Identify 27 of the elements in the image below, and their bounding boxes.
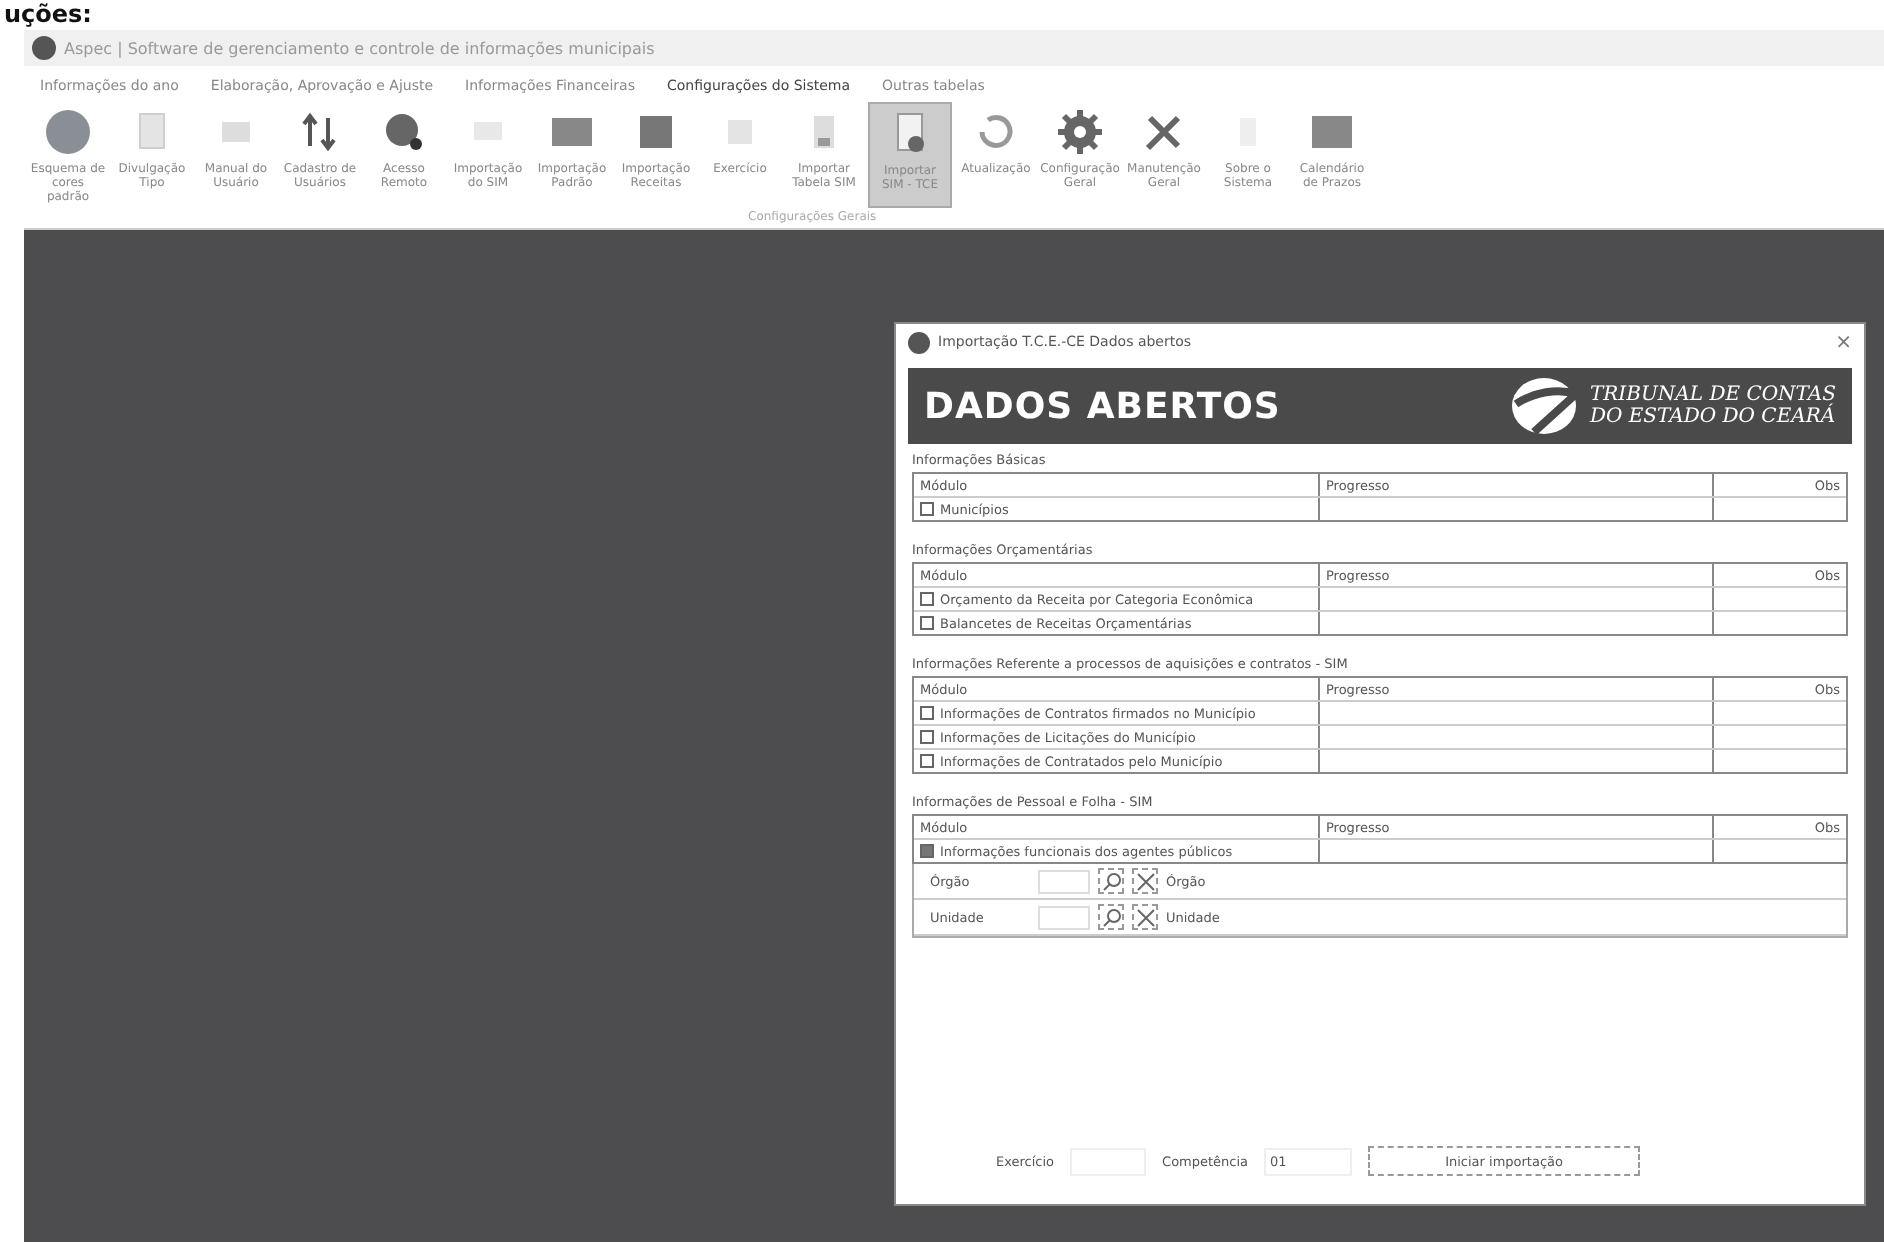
search-icon [1101,907,1121,927]
banner-title: DADOS ABERTOS [924,385,1281,427]
checkbox[interactable] [920,616,934,630]
caption-text: uções: [2,0,94,30]
close-icon [1135,871,1155,891]
checkbox[interactable] [920,754,934,768]
close-button[interactable]: × [1835,331,1852,353]
input-field[interactable] [1038,905,1090,929]
app-icon [908,331,930,353]
input-field[interactable] [1038,869,1090,893]
logo-icon [1509,376,1578,436]
settings-icon [1054,106,1106,158]
search-button[interactable] [1098,868,1124,894]
window-title: Aspec | Software de gerenciamento e controle de informações municipais [64,39,655,57]
checkbox[interactable] [920,730,934,744]
clear-button[interactable] [1132,868,1158,894]
checkbox[interactable] [920,844,934,858]
logo-text: DO ESTADO DO CEARÁ [1589,406,1836,428]
checkbox[interactable] [920,706,934,720]
app-icon [32,36,56,60]
close-icon [1135,907,1155,927]
checkbox[interactable] [920,592,934,606]
search-icon [1101,871,1121,891]
search-button[interactable] [1098,904,1124,930]
checkbox[interactable] [920,502,934,516]
logo-text: TRIBUNAL DE CONTAS [1589,384,1836,406]
clear-button[interactable] [1132,904,1158,930]
